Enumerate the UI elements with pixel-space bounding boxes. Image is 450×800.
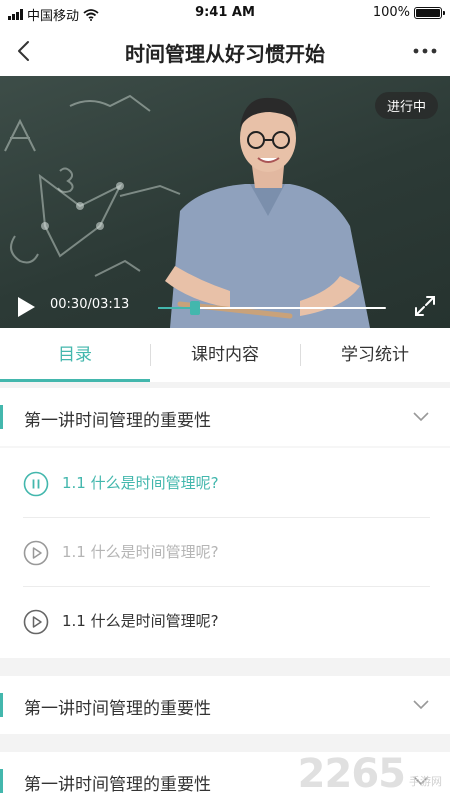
status-right: 100% xyxy=(372,5,445,20)
lesson-item[interactable]: 1.1 什么是时间管理呢? xyxy=(0,519,450,587)
section-title: 第一讲时间管理的重要性 xyxy=(24,411,211,431)
time-display: 00:30/03:13 xyxy=(50,297,130,312)
progress-handle[interactable] xyxy=(190,301,201,315)
lesson-title: 1.1 什么是时间管理呢? xyxy=(62,543,219,561)
watermark-logo: 2265 手游网 xyxy=(298,754,442,794)
status-badge: 进行中 xyxy=(374,92,438,119)
lesson-item[interactable]: 1.1 什么是时间管理呢? xyxy=(0,450,450,518)
video-controls: 00:30/03:13 xyxy=(0,284,450,328)
lesson-title: 1.1 什么是时间管理呢? xyxy=(62,474,219,492)
pause-circle-icon[interactable] xyxy=(23,471,49,497)
section-header[interactable]: 第一讲时间管理的重要性 xyxy=(0,676,450,734)
more-options-icon[interactable] xyxy=(408,36,442,66)
tab-study-stats[interactable]: 学习统计 xyxy=(300,328,450,382)
chevron-down-icon xyxy=(413,700,429,710)
divider xyxy=(23,517,430,518)
chevron-down-icon xyxy=(413,412,429,422)
watermark-text: 手游网 xyxy=(409,775,442,788)
play-icon[interactable] xyxy=(16,296,36,318)
progress-fill xyxy=(158,307,194,309)
status-bar: 中国移动 9:41 AM 100% xyxy=(0,0,450,26)
tab-bar: 目录 课时内容 学习统计 xyxy=(0,328,450,382)
watermark-number: 2265 xyxy=(297,751,406,797)
video-player[interactable]: 进行中 00:30/03:13 xyxy=(0,76,450,328)
battery-percent: 100% xyxy=(372,5,410,20)
play-circle-icon[interactable] xyxy=(23,609,49,635)
play-circle-icon[interactable] xyxy=(23,540,49,566)
battery-icon xyxy=(414,6,445,19)
lesson-title: 1.1 什么是时间管理呢? xyxy=(62,612,219,630)
divider xyxy=(0,658,450,676)
section-accent-bar xyxy=(0,693,3,717)
fullscreen-icon[interactable] xyxy=(414,295,436,317)
tab-catalog[interactable]: 目录 xyxy=(0,328,150,382)
section-accent-bar xyxy=(0,769,3,793)
section-title: 第一讲时间管理的重要性 xyxy=(24,699,211,719)
tab-lesson-content[interactable]: 课时内容 xyxy=(150,328,300,382)
nav-bar: 时间管理从好习惯开始 xyxy=(0,26,450,76)
page-title: 时间管理从好习惯开始 xyxy=(125,42,325,66)
battery-fill xyxy=(416,8,440,17)
back-arrow-icon[interactable] xyxy=(10,36,40,66)
lesson-item[interactable]: 1.1 什么是时间管理呢? xyxy=(0,588,450,656)
section-title: 第一讲时间管理的重要性 xyxy=(24,775,211,795)
section-header[interactable]: 第一讲时间管理的重要性 xyxy=(0,388,450,446)
progress-slider[interactable] xyxy=(158,301,386,315)
section-accent-bar xyxy=(0,405,3,429)
divider xyxy=(23,586,430,587)
divider xyxy=(0,734,450,752)
divider xyxy=(0,446,450,448)
